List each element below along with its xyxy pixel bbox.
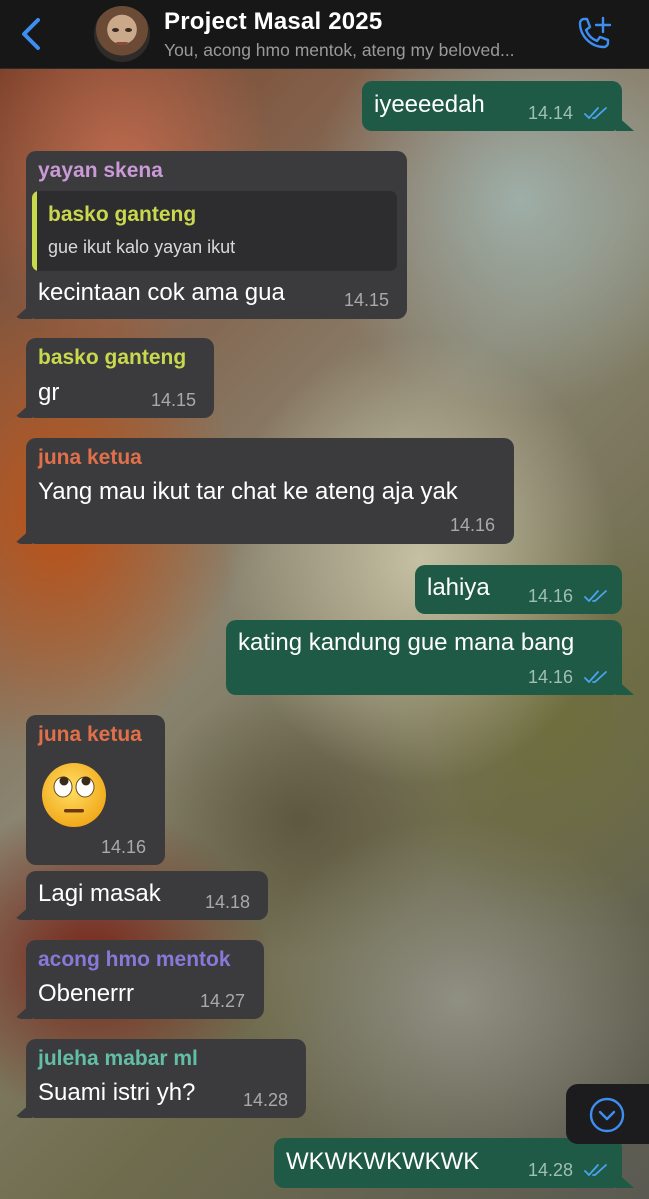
add-call-icon[interactable] (574, 14, 616, 54)
message-bubble-outgoing[interactable]: kating kandung gue mana bang 14.16 (226, 620, 622, 695)
face-with-rolling-eyes-icon (42, 763, 106, 827)
message-text: WKWKWKWKWK (286, 1148, 480, 1175)
message-bubble-outgoing[interactable]: iyeeeedah 14.14 (362, 81, 622, 131)
message-time: 14.16 (450, 515, 496, 535)
double-check-icon (584, 107, 607, 120)
message-time: 14.18 (205, 892, 251, 912)
back-chevron-icon[interactable] (14, 16, 48, 52)
quoted-sender: basko ganteng (48, 203, 197, 226)
message-time: 14.14 (528, 103, 574, 123)
scroll-to-bottom-button[interactable] (566, 1084, 649, 1144)
message-time: 14.27 (200, 991, 246, 1011)
sender-name[interactable]: acong hmo mentok (38, 948, 231, 972)
message-text: Obenerrr (38, 980, 135, 1007)
message-time: 14.16 (528, 586, 574, 606)
sender-name[interactable]: juna ketua (38, 446, 142, 470)
message-bubble-incoming[interactable]: Lagi masak 14.18 (26, 871, 268, 920)
group-title[interactable]: Project Masal 2025 (164, 8, 382, 36)
sender-name[interactable]: yayan skena (38, 159, 163, 183)
message-bubble-outgoing[interactable]: WKWKWKWKWK 14.28 (274, 1138, 622, 1188)
message-bubble-incoming[interactable]: juna ketua Yang mau ikut tar chat ke ate… (26, 438, 514, 544)
message-time: 14.16 (528, 667, 574, 687)
message-text: Suami istri yh? (38, 1079, 196, 1106)
sender-name[interactable]: basko ganteng (38, 346, 186, 370)
message-text: Yang mau ikut tar chat ke ateng aja yak (38, 478, 458, 505)
message-text: iyeeeedah (374, 91, 485, 118)
message-bubble-incoming[interactable]: yayan skena basko ganteng gue ikut kalo … (26, 151, 407, 319)
message-bubble-incoming[interactable]: basko ganteng gr 14.15 (26, 338, 214, 418)
message-text: gr (38, 379, 60, 406)
message-time: 14.28 (528, 1160, 574, 1180)
message-text: kecintaan cok ama gua (38, 279, 285, 306)
message-time: 14.16 (101, 837, 147, 857)
chat-header: Project Masal 2025 You, acong hmo mentok… (0, 0, 649, 69)
message-time: 14.15 (151, 390, 197, 410)
message-text: Lagi masak (38, 880, 161, 907)
quoted-text: gue ikut kalo yayan ikut (48, 237, 236, 257)
message-text: kating kandung gue mana bang (238, 629, 575, 656)
message-bubble-incoming[interactable]: juleha mabar ml Suami istri yh? 14.28 (26, 1039, 306, 1118)
message-time: 14.28 (243, 1090, 289, 1110)
sender-name[interactable]: juna ketua (38, 723, 142, 747)
double-check-icon (584, 590, 607, 603)
message-bubble-incoming[interactable]: juna ketua 14.16 (26, 715, 165, 865)
message-text: lahiya (427, 574, 490, 601)
double-check-icon (584, 671, 607, 684)
sender-name[interactable]: juleha mabar ml (38, 1047, 198, 1071)
message-bubble-incoming[interactable]: acong hmo mentok Obenerrr 14.27 (26, 940, 264, 1019)
group-members-subtitle[interactable]: You, acong hmo mentok, ateng my beloved.… (164, 40, 515, 61)
quoted-message[interactable]: basko ganteng gue ikut kalo yayan ikut (32, 191, 397, 271)
double-check-icon (584, 1164, 607, 1177)
message-bubble-outgoing[interactable]: lahiya 14.16 (415, 565, 622, 614)
message-time: 14.15 (344, 290, 390, 310)
group-avatar[interactable] (94, 6, 150, 62)
chevron-down-circle-icon (589, 1097, 625, 1133)
